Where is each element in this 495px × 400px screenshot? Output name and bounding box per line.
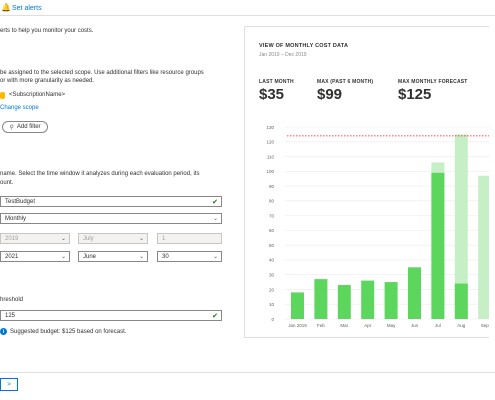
checkmark-icon: ✔ <box>212 312 218 320</box>
reset-period-value: Monthly <box>5 215 27 222</box>
chevron-down-icon: ⌄ <box>138 254 144 260</box>
budget-description-line2: ount. <box>0 180 14 186</box>
chevron-down-icon: ⌄ <box>60 254 66 260</box>
scope-description-line2: or with more granularity as needed. <box>0 78 95 84</box>
amount-input[interactable]: 125 ✔ <box>0 310 222 321</box>
x-tick-label: Mar <box>340 323 348 328</box>
x-tick-label: Jul <box>435 323 441 328</box>
filter-icon: ⚲ <box>9 124 14 131</box>
threshold-label: hreshold <box>0 297 24 303</box>
actual-bar <box>454 283 468 319</box>
tab-label: Set alerts <box>12 4 42 12</box>
y-tick-label: 40 <box>269 258 275 263</box>
intro-text: erts to help you monitor your costs. <box>0 28 94 34</box>
y-tick-label: 60 <box>269 228 275 233</box>
y-tick-label: 30 <box>269 272 275 277</box>
cost-bar-chart: 0 10 20 30 40 50 60 70 80 90 100 110 120 130 Jan 2019 F… <box>266 125 495 328</box>
start-year-value: 2019 <box>5 235 19 242</box>
y-tick-label: 70 <box>269 213 275 218</box>
y-tick-label: 10 <box>269 302 275 307</box>
checkmark-icon: ✔ <box>212 198 218 206</box>
tab-bar: 🔔 Set alerts <box>0 0 495 16</box>
budget-name-input[interactable]: TestBudget ✔ <box>0 196 222 207</box>
subscription-name: <SubscriptionName> <box>9 92 66 98</box>
add-filter-button[interactable]: ⚲ Add filter <box>2 121 48 133</box>
suggestion-row: i Suggested budget: $125 based on foreca… <box>0 328 126 335</box>
cost-chart-card: VIEW OF MONTHLY COST DATA Jan 2019 – Dec… <box>244 26 495 338</box>
actual-bar <box>361 280 375 319</box>
chevron-down-icon: ⌄ <box>138 236 144 242</box>
start-month-value: July <box>83 235 94 242</box>
end-month-select[interactable]: June ⌄ <box>78 251 148 262</box>
bell-icon: 🔔 <box>1 3 11 12</box>
key-icon <box>0 91 5 99</box>
x-tick-label: Jan 2019 <box>288 323 307 328</box>
chevron-down-icon: ⌄ <box>212 254 218 260</box>
chevron-down-icon: ⌄ <box>60 236 66 242</box>
x-tick-label: Feb <box>317 323 325 328</box>
start-year-select[interactable]: 2019 ⌄ <box>0 233 70 244</box>
end-year-select[interactable]: 2021 ⌄ <box>0 251 70 262</box>
x-tick-label: Sep <box>481 323 490 328</box>
y-tick-label: 130 <box>266 125 274 130</box>
reset-period-select[interactable]: Monthly ⌄ <box>0 213 222 224</box>
y-tick-label: 0 <box>271 317 274 322</box>
actual-bar <box>408 267 421 319</box>
scope-description-line1: be assigned to the selected scope. Use a… <box>0 70 204 76</box>
x-tick-label: Jun <box>411 323 419 328</box>
y-tick-label: 110 <box>267 154 275 159</box>
y-tick-label: 20 <box>269 287 275 292</box>
budget-description-line1: name. Select the time window it analyzes… <box>0 171 200 177</box>
chevron-down-icon: ⌄ <box>212 216 218 222</box>
budget-name-value: TestBudget <box>5 198 36 205</box>
footer-divider <box>0 372 495 373</box>
tab-set-alerts[interactable]: 🔔 Set alerts <box>1 0 42 16</box>
actual-bar <box>291 292 304 319</box>
actual-bar <box>431 172 445 319</box>
y-tick-label: 120 <box>266 140 274 145</box>
end-day-select[interactable]: 30 ⌄ <box>157 251 222 262</box>
end-day-value: 30 <box>162 253 169 260</box>
info-icon: i <box>0 328 7 335</box>
y-tick-label: 100 <box>266 169 274 174</box>
y-tick-label: 50 <box>269 243 275 248</box>
suggestion-text: Suggested budget: $125 based on forecast… <box>10 328 127 335</box>
x-tick-label: May <box>387 323 396 328</box>
x-tick-label: Aug <box>457 323 466 328</box>
actual-bar <box>314 279 328 319</box>
x-tick-label: Apr <box>364 323 372 328</box>
subscription-row: <SubscriptionName> <box>0 91 65 99</box>
start-day-value: 1 <box>162 235 166 242</box>
vertical-scrollbar[interactable] <box>489 17 495 372</box>
add-filter-label: Add filter <box>16 124 41 130</box>
y-tick-label: 80 <box>269 199 275 204</box>
footer-button-label: > <box>7 381 11 388</box>
actual-bar <box>337 285 351 319</box>
start-day-select[interactable]: 1 <box>157 233 222 244</box>
amount-value: 125 <box>5 312 16 319</box>
start-month-select[interactable]: July ⌄ <box>78 233 148 244</box>
footer-button[interactable]: > <box>0 378 18 391</box>
y-tick-label: 90 <box>269 184 275 189</box>
end-month-value: June <box>83 253 97 260</box>
end-year-value: 2021 <box>5 253 19 260</box>
actual-bar <box>384 282 398 319</box>
change-scope-link[interactable]: Change scope <box>0 104 39 112</box>
